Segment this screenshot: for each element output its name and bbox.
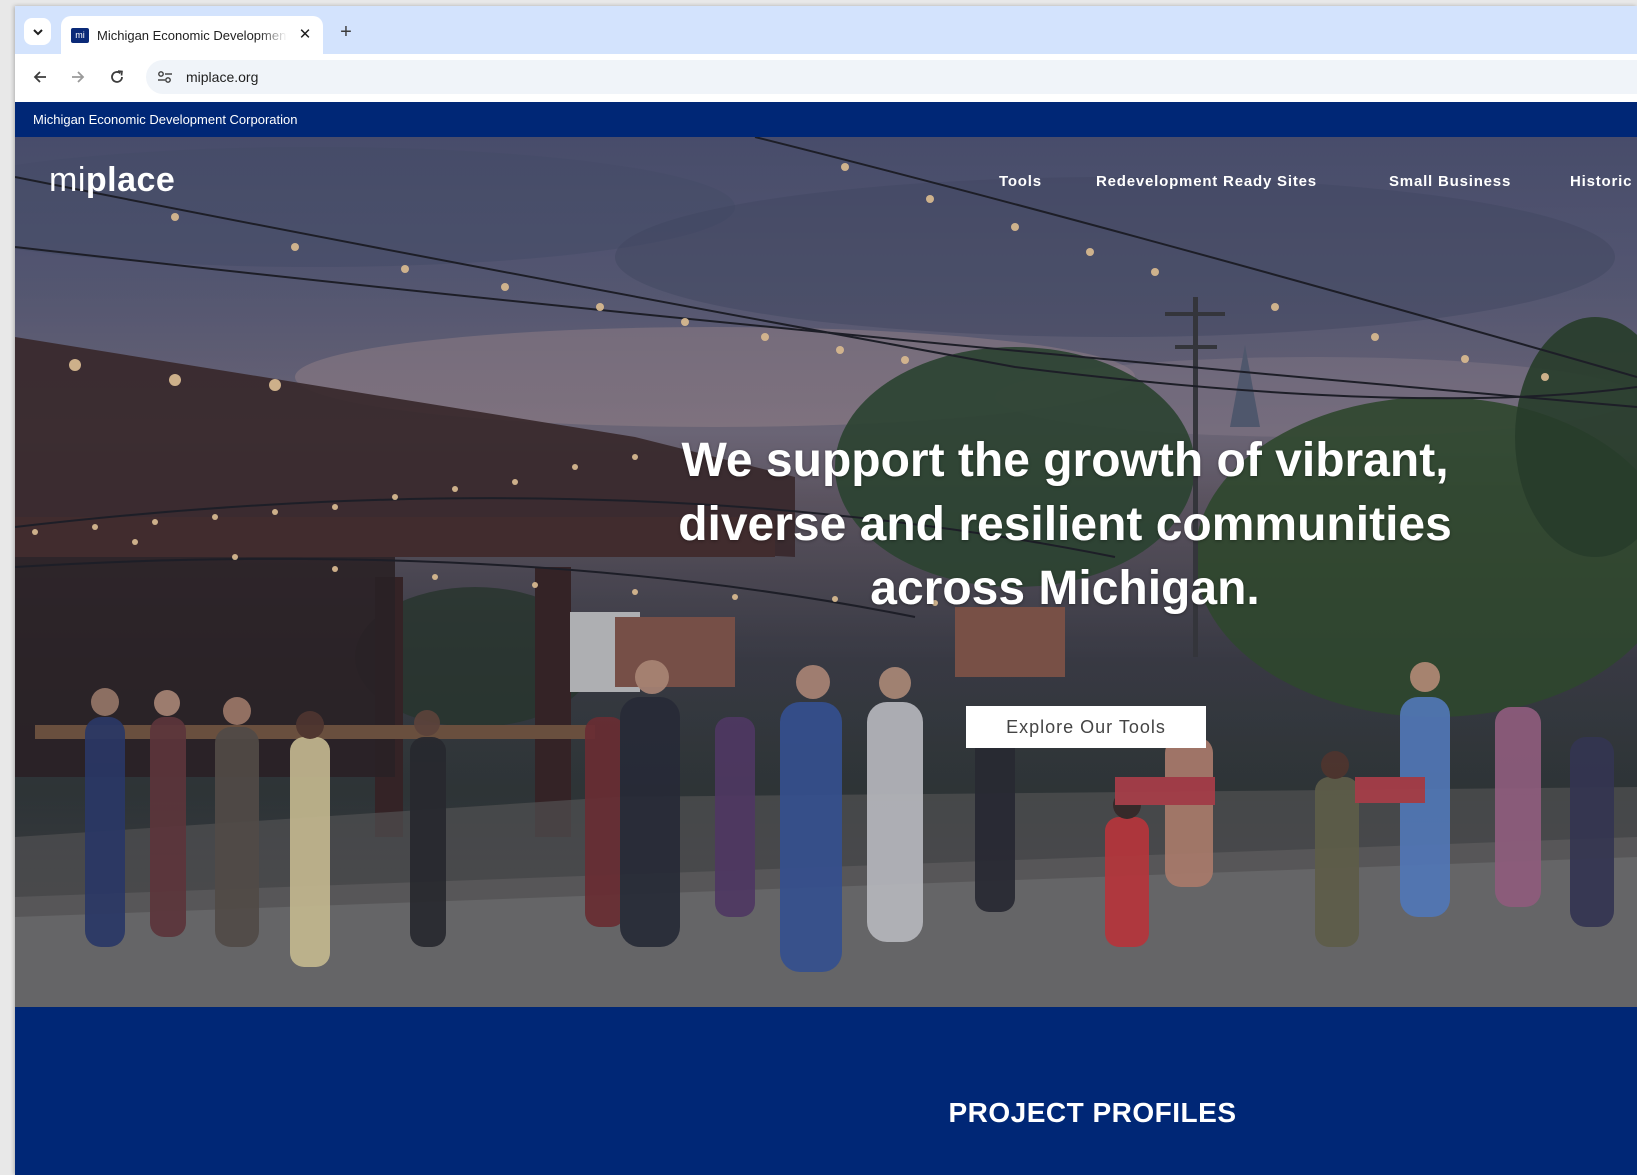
close-icon[interactable]: ✕ [295, 24, 315, 44]
org-name[interactable]: Michigan Economic Development Corporatio… [33, 112, 297, 127]
project-profiles-section: PROJECT PROFILES [15, 1007, 1637, 1175]
reload-icon [111, 70, 123, 83]
new-tab-button[interactable]: + [333, 19, 359, 45]
arrow-right-icon [72, 71, 85, 83]
plus-icon: + [340, 20, 352, 43]
hero-headline: We support the growth of vibrant, divers… [678, 434, 1452, 615]
nav-tools[interactable]: Tools [999, 173, 1042, 190]
tune-icon [158, 71, 172, 83]
main-navigation: Tools Redevelopment Ready Sites Small Bu… [15, 173, 1637, 193]
nav-small-business[interactable]: Small Business [1389, 173, 1511, 190]
url-text: miplace.org [186, 69, 259, 85]
nav-historic[interactable]: Historic [1570, 173, 1632, 190]
tab-active[interactable]: mi Michigan Economic Development Corpora… [61, 16, 323, 54]
tab-title: Michigan Economic Development Corporatio… [97, 28, 287, 43]
forward-button[interactable] [65, 64, 91, 90]
chevron-down-icon [32, 28, 43, 35]
hero-section: miplace Tools Redevelopment Ready Sites … [15, 137, 1637, 1007]
browser-window: mi Michigan Economic Development Corpora… [15, 6, 1637, 1175]
address-bar[interactable]: miplace.org [146, 60, 1637, 94]
utility-bar: Michigan Economic Development Corporatio… [15, 102, 1637, 137]
webpage: Michigan Economic Development Corporatio… [15, 102, 1637, 1175]
section-title: PROJECT PROFILES [948, 1097, 1237, 1128]
back-button[interactable] [27, 64, 53, 90]
tab-strip: mi Michigan Economic Development Corpora… [15, 6, 1637, 54]
browser-toolbar: miplace.org [15, 54, 1637, 100]
explore-tools-button[interactable]: Explore Our Tools [966, 706, 1206, 748]
tab-search-button[interactable] [24, 18, 51, 45]
favicon-icon: mi [71, 28, 89, 43]
reload-button[interactable] [104, 64, 130, 90]
site-info-button[interactable] [154, 66, 176, 88]
nav-redevelopment-ready-sites[interactable]: Redevelopment Ready Sites [1096, 173, 1317, 190]
arrow-left-icon [33, 71, 46, 83]
